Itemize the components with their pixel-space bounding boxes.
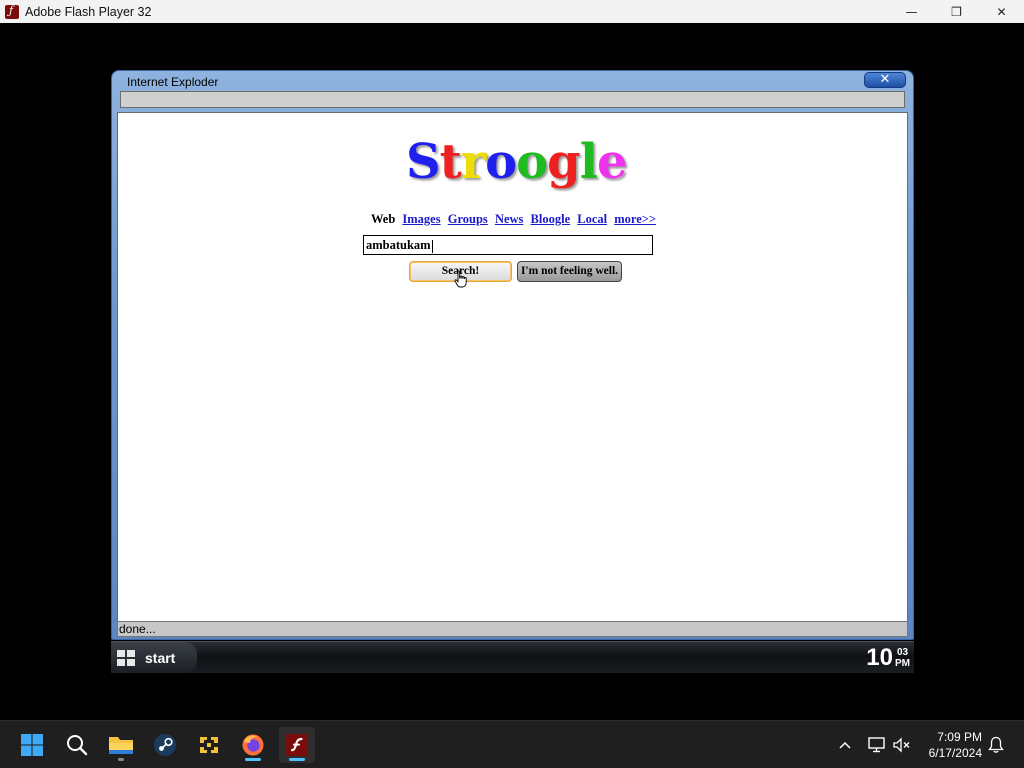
- ie-close-button[interactable]: ✕: [864, 72, 906, 88]
- status-bar: done...: [117, 621, 908, 637]
- windows-taskbar: 7:09 PM 6/17/2024: [0, 720, 1024, 768]
- xp-start-button[interactable]: start: [111, 642, 197, 673]
- clock-time: 7:09 PM: [937, 730, 982, 744]
- windows-flag-icon: [117, 649, 137, 666]
- nav-link-local[interactable]: Local: [577, 212, 607, 226]
- nav-link-images[interactable]: Images: [402, 212, 440, 226]
- ie-window-title: Internet Exploder: [127, 75, 219, 89]
- stroogle-logo: Stroogle: [406, 134, 628, 190]
- logo-letter: S: [406, 134, 441, 190]
- host-window-title: Adobe Flash Player 32: [25, 4, 152, 19]
- volume-muted-icon[interactable]: [890, 721, 914, 768]
- nav-item-web: Web: [370, 212, 396, 226]
- browser-viewport: Stroogle Web Images Groups News Bloogle …: [117, 112, 908, 622]
- logo-letter: g: [547, 134, 581, 190]
- logo-letter: t: [439, 134, 462, 190]
- nav-link-bloogle[interactable]: Bloogle: [531, 212, 571, 226]
- aseprite-icon[interactable]: [191, 727, 227, 763]
- firefox-icon[interactable]: [235, 727, 271, 763]
- logo-letter: o: [516, 134, 548, 190]
- flash-player-icon[interactable]: [279, 727, 315, 763]
- search-category-nav: Web Images Groups News Bloogle Local mor…: [118, 212, 909, 227]
- system-clock[interactable]: 7:09 PM 6/17/2024: [929, 729, 982, 761]
- hand-cursor-icon: [454, 270, 467, 288]
- logo-letter: o: [485, 134, 517, 190]
- nav-link-groups[interactable]: Groups: [448, 212, 488, 226]
- close-button[interactable]: ✕: [979, 0, 1024, 23]
- search-icon[interactable]: [59, 727, 95, 763]
- xp-clock: 10 03 PM: [866, 644, 910, 671]
- text-caret: [431, 239, 433, 253]
- not-feeling-well-button[interactable]: I'm not feeling well.: [517, 261, 622, 282]
- window-controls: — ❐ ✕: [889, 0, 1024, 23]
- network-icon[interactable]: [864, 721, 890, 768]
- xp-start-label: start: [145, 649, 176, 666]
- flash-app-icon: [5, 4, 19, 19]
- nav-link-more[interactable]: more>>: [614, 212, 656, 226]
- tray-overflow-chevron-icon[interactable]: [834, 721, 856, 768]
- xp-clock-minutes: 03: [896, 647, 909, 658]
- clock-date: 6/17/2024: [928, 746, 982, 760]
- file-explorer-icon[interactable]: [103, 727, 139, 763]
- host-titlebar: Adobe Flash Player 32 — ❐ ✕: [0, 0, 1024, 23]
- logo-letter: l: [579, 134, 598, 190]
- search-input-value: ambatukam: [366, 238, 431, 252]
- search-input[interactable]: ambatukam: [363, 235, 653, 255]
- windows-start-icon[interactable]: [14, 727, 50, 763]
- xp-clock-hour: 10: [866, 644, 893, 671]
- logo-letter: e: [596, 134, 628, 190]
- logo-letter: r: [460, 134, 486, 190]
- notifications-bell-icon[interactable]: [985, 721, 1007, 768]
- steam-icon[interactable]: [147, 727, 183, 763]
- nav-link-news[interactable]: News: [495, 212, 523, 226]
- xp-clock-ampm: PM: [895, 658, 910, 669]
- xp-taskbar: start 10 03 PM: [111, 641, 914, 673]
- internet-exploder-window: Internet Exploder ✕ Stroogle Web Images …: [111, 70, 914, 640]
- flash-stage: Internet Exploder ✕ Stroogle Web Images …: [0, 23, 1024, 720]
- minimize-button[interactable]: —: [889, 0, 934, 23]
- address-bar[interactable]: [120, 91, 905, 108]
- maximize-button[interactable]: ❐: [934, 0, 979, 23]
